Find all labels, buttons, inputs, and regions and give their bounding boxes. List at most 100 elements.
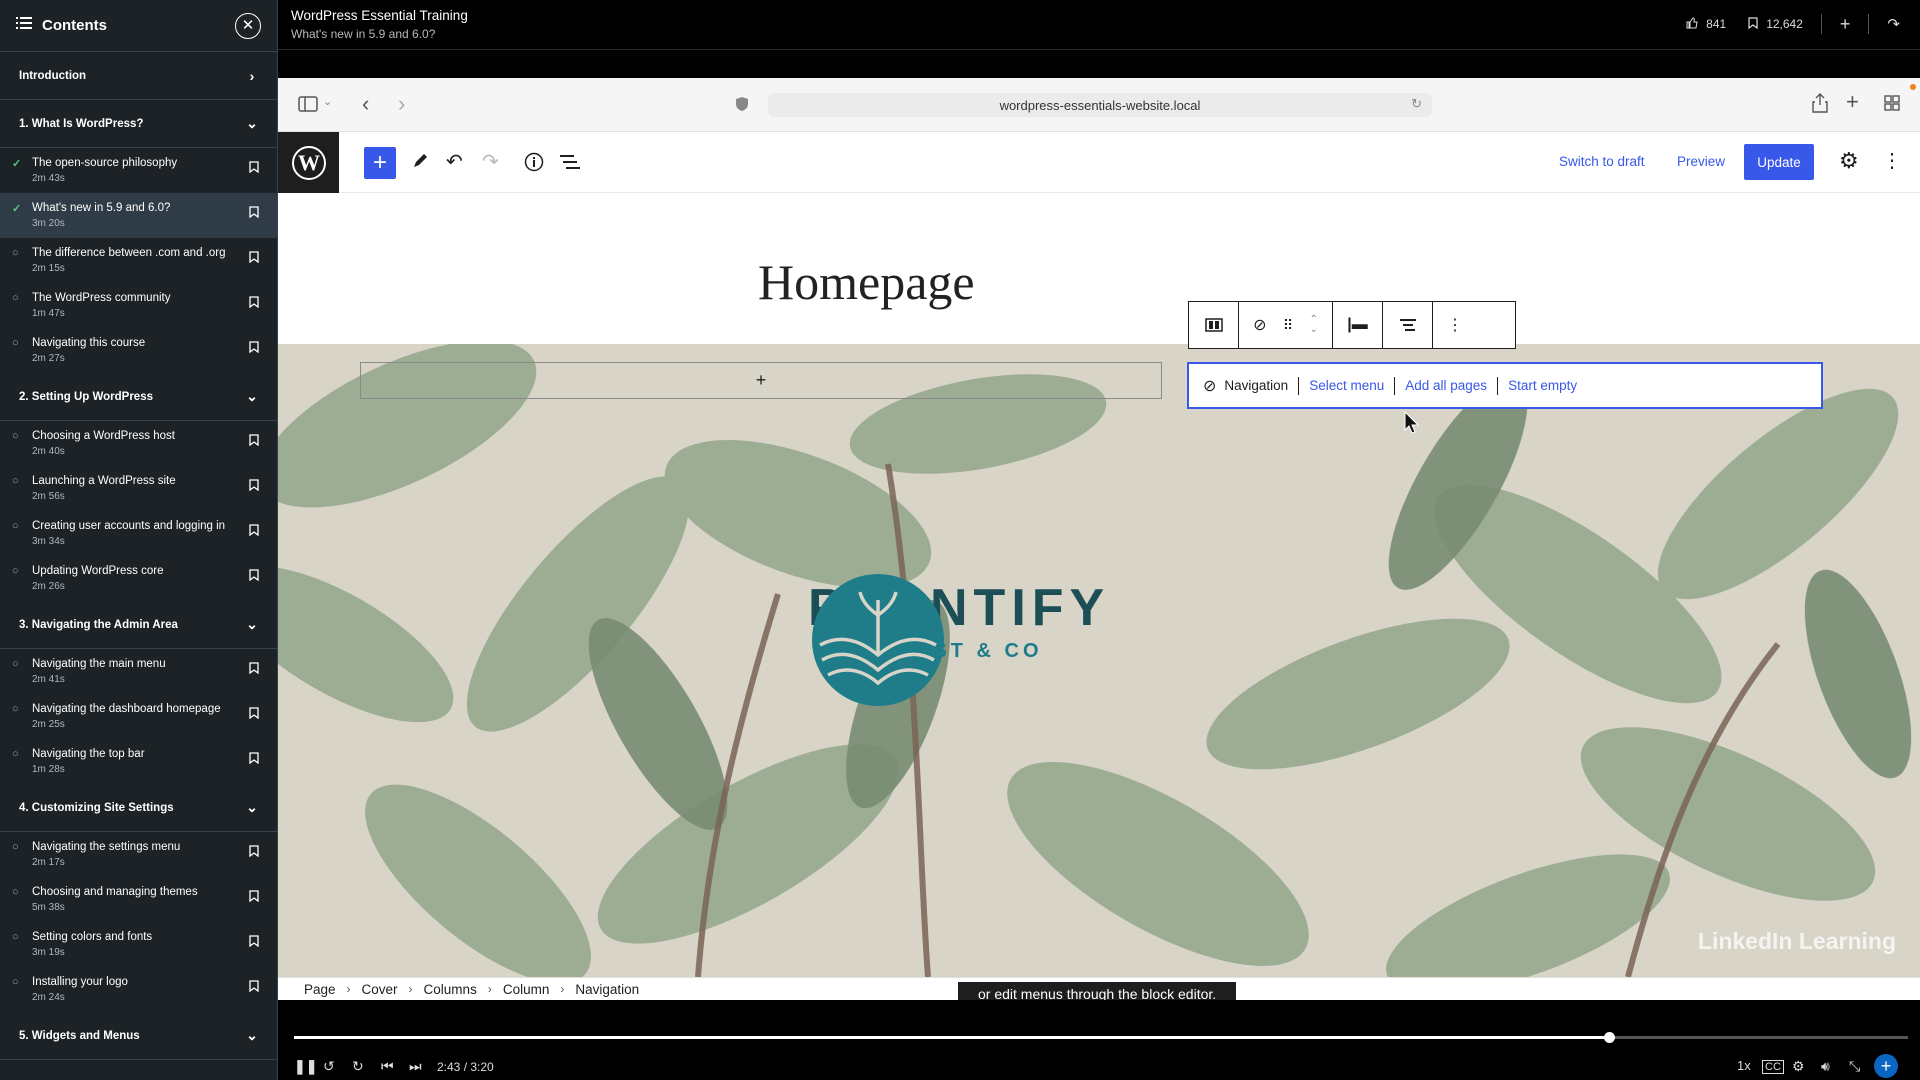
bookmark-icon[interactable] — [249, 706, 263, 722]
transform-block-button[interactable] — [1189, 302, 1239, 348]
info-icon[interactable] — [524, 152, 544, 177]
lesson-item[interactable]: ○ Updating WordPress core 2m 26s — [0, 556, 277, 601]
switch-to-draft-button[interactable]: Switch to draft — [1559, 154, 1645, 169]
bookmark-icon[interactable] — [249, 661, 263, 677]
lesson-item[interactable]: ○ Choosing a WordPress host 2m 40s — [0, 421, 277, 466]
chapter-header[interactable]: 2. Setting Up WordPress ⌄ — [0, 373, 277, 421]
list-view-icon[interactable] — [560, 154, 580, 175]
bookmark-icon[interactable] — [249, 433, 263, 449]
empty-block-appender[interactable]: + — [360, 362, 1162, 399]
bookmark-icon[interactable] — [249, 205, 263, 221]
lesson-item[interactable]: ○ Navigating the settings menu 2m 17s — [0, 832, 277, 877]
start-empty-button[interactable]: Start empty — [1508, 378, 1577, 393]
preview-button[interactable]: Preview — [1677, 154, 1725, 169]
settings-icon[interactable]: ⚙ — [1792, 1058, 1805, 1075]
breadcrumb-item[interactable]: Page — [304, 982, 336, 997]
sidebar-header: Contents ✕ — [0, 0, 277, 52]
add-to-list-button[interactable]: + — [1874, 1054, 1898, 1078]
bookmark-icon[interactable] — [249, 844, 263, 860]
rewind-icon[interactable]: ↺ — [323, 1058, 335, 1075]
next-icon[interactable]: ⏭ — [409, 1058, 422, 1075]
bookmark-icon[interactable] — [249, 478, 263, 494]
align-button[interactable] — [1383, 302, 1433, 348]
chevron-down-icon[interactable]: ⌄ — [323, 95, 332, 108]
reload-icon[interactable]: ↻ — [1411, 96, 1422, 112]
previous-icon[interactable]: ⏮ — [381, 1058, 394, 1075]
more-options-icon[interactable]: ⋮ — [1882, 148, 1902, 173]
breadcrumb-item[interactable]: Column — [503, 982, 550, 997]
breadcrumb-item[interactable]: Navigation — [575, 982, 639, 997]
lesson-item[interactable]: ○ The WordPress community 1m 47s — [0, 283, 277, 328]
add-all-pages-button[interactable]: Add all pages — [1405, 378, 1487, 393]
pause-icon[interactable]: ❚❚ — [294, 1058, 317, 1075]
course-title[interactable]: WordPress Essential Training — [291, 8, 468, 23]
chapter-header[interactable]: 5. Widgets and Menus ⌄ — [0, 1012, 277, 1060]
lesson-item[interactable]: ✓ The open-source philosophy 2m 43s — [0, 148, 277, 193]
wordpress-logo-icon[interactable]: W — [278, 132, 339, 193]
bookmark-icon[interactable] — [249, 250, 263, 266]
lesson-item[interactable]: ○ Choosing and managing themes 5m 38s — [0, 877, 277, 922]
breadcrumb-item[interactable]: Cover — [362, 982, 398, 997]
progress-handle[interactable] — [1604, 1032, 1616, 1043]
drag-handle-icon[interactable]: ⠿ — [1283, 317, 1293, 334]
page-title[interactable]: Homepage — [758, 253, 975, 311]
update-button[interactable]: Update — [1744, 144, 1814, 180]
add-block-button[interactable]: + — [364, 147, 396, 179]
chapter-header[interactable]: 4. Customizing Site Settings ⌄ — [0, 784, 277, 832]
bookmark-icon[interactable] — [249, 568, 263, 584]
share-icon[interactable]: ↷ — [1887, 15, 1900, 33]
add-icon[interactable]: + — [1840, 14, 1851, 35]
forward-skip-icon[interactable]: ↻ — [352, 1058, 364, 1075]
share-icon[interactable] — [1812, 93, 1828, 118]
bookmark-icon[interactable] — [249, 295, 263, 311]
lesson-item[interactable]: ○ The difference between .com and .org 2m … — [0, 238, 277, 283]
select-menu-button[interactable]: Select menu — [1309, 378, 1384, 393]
bookmark-icon[interactable] — [249, 751, 263, 767]
block-options-button[interactable]: ⋮ — [1433, 302, 1477, 348]
lesson-item[interactable]: ○ Navigating the dashboard homepage 2m 25s — [0, 694, 277, 739]
bookmark-icon[interactable] — [249, 979, 263, 995]
volume-icon[interactable]: 🔊︎ — [1821, 1058, 1830, 1075]
bookmark-icon[interactable] — [249, 934, 263, 950]
lesson-item[interactable]: ○ Navigating the top bar 1m 28s — [0, 739, 277, 784]
close-sidebar-button[interactable]: ✕ — [235, 12, 261, 39]
lesson-item[interactable]: ✓ What's new in 5.9 and 6.0? 3m 20s — [0, 193, 277, 238]
chapter-header[interactable]: 1. What Is WordPress? ⌄ — [0, 100, 277, 148]
lesson-item[interactable]: ○ Installing your logo 2m 24s — [0, 967, 277, 1012]
lesson-item[interactable]: ○ Launching a WordPress site 2m 56s — [0, 466, 277, 511]
lesson-item[interactable]: ○ Navigating this course 2m 27s — [0, 328, 277, 373]
like-icon[interactable] — [1686, 16, 1698, 32]
forward-icon[interactable]: › — [398, 91, 405, 117]
lesson-item[interactable]: ○ Navigating the main menu 2m 41s — [0, 649, 277, 694]
captions-icon[interactable]: CC — [1762, 1060, 1784, 1074]
edit-tools-icon[interactable] — [411, 152, 429, 175]
redo-icon[interactable]: ↷ — [482, 149, 499, 174]
bookmark-icon[interactable] — [249, 523, 263, 539]
progress-bar[interactable] — [294, 1032, 1908, 1043]
section-introduction[interactable]: Introduction › — [0, 52, 277, 100]
video-frame[interactable]: ⌄ ‹ › wordpress-essentials-website.local… — [278, 78, 1920, 1000]
lesson-item[interactable] — [0, 1060, 277, 1080]
speed-button[interactable]: 1x — [1737, 1058, 1751, 1073]
fullscreen-exit-icon[interactable]: ⤡ — [1849, 1058, 1860, 1075]
chapter-header[interactable]: 3. Navigating the Admin Area ⌄ — [0, 601, 277, 649]
settings-icon[interactable]: ⚙ — [1839, 148, 1859, 174]
site-logo[interactable]: PLANTIFY FLORIST & CO — [808, 570, 1104, 790]
back-icon[interactable]: ‹ — [362, 91, 369, 117]
undo-icon[interactable]: ↶ — [446, 149, 463, 174]
bookmark-icon[interactable] — [1748, 16, 1758, 32]
tab-overview-icon[interactable] — [1884, 95, 1900, 116]
move-up-down-icon[interactable]: ⌃ ⌄ — [1309, 315, 1317, 335]
breadcrumb-item[interactable]: Columns — [424, 982, 477, 997]
lesson-item[interactable]: ○ Setting colors and fonts 3m 19s — [0, 922, 277, 967]
editor-canvas[interactable]: Homepage PLANTIFY FLORIST & CO + ⊘ ⠿ ⌃ ⌄… — [278, 193, 1920, 977]
bookmark-icon[interactable] — [249, 340, 263, 356]
lesson-item[interactable]: ○ Creating user accounts and logging in 3m… — [0, 511, 277, 556]
new-tab-icon[interactable]: + — [1846, 89, 1859, 115]
sidebar-toggle-icon[interactable] — [298, 96, 318, 117]
bookmark-icon[interactable] — [249, 160, 263, 176]
cover-block[interactable]: PLANTIFY FLORIST & CO — [278, 344, 1920, 977]
bookmark-icon[interactable] — [249, 889, 263, 905]
url-bar[interactable]: wordpress-essentials-website.local ↻ — [768, 93, 1432, 117]
justify-left-button[interactable]: |▬ — [1333, 302, 1383, 348]
